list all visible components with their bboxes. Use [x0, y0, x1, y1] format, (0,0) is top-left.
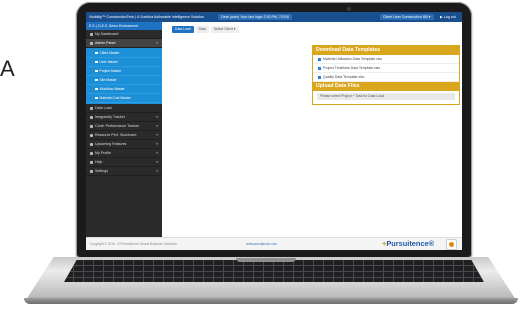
sidebar-item-label: Help	[95, 160, 103, 164]
chevron-down-icon: ▾	[156, 169, 158, 173]
download-templates-title: Download Data Templates	[313, 46, 459, 55]
brand-name: Pursuitence	[386, 239, 429, 248]
admin-submenu: Client Master User Master Project Master…	[86, 48, 162, 104]
side-letter: A	[0, 56, 15, 81]
file-icon	[318, 66, 321, 70]
laptop-keyboard	[64, 260, 484, 282]
sidebar-item-label: Upcoming Features	[95, 142, 127, 146]
copyright-text: Copyright © 2016 - 19 Pursuitence Global…	[90, 242, 177, 246]
submenu-item-label: User Master	[99, 60, 118, 64]
template-link-quality[interactable]: Quality Data Template.xlsx	[313, 73, 459, 82]
template-link-material[interactable]: Material Utilization Data Template.xlsx	[313, 55, 459, 64]
templates-panel: Download Data Templates Material Utiliza…	[312, 45, 460, 105]
submenu-item-label: Site Master	[99, 78, 117, 82]
sidebar-item-irregularity-tracker[interactable]: Irregularity Tracker ▾	[86, 113, 162, 122]
sidebar-item-label: Data Load	[95, 106, 112, 110]
bullet-icon	[95, 60, 98, 64]
chevron-down-icon: ▾	[156, 151, 158, 155]
laptop-screen: Visibility™ ConstructionTech | A Suvidha…	[86, 12, 462, 250]
login-message: Dear (user) Your last login 2:30 PM, 7/2…	[218, 14, 292, 20]
upload-note: Please select Project + Task for Data Lo…	[317, 93, 455, 100]
sidebar-item-help[interactable]: Help ▾	[86, 158, 162, 167]
brand-suffix: ®	[428, 239, 435, 248]
admin-icon	[90, 41, 93, 45]
submenu-item-site-master[interactable]: Site Master	[86, 76, 162, 85]
breadcrumb-data[interactable]: Data	[195, 26, 209, 33]
chevron-down-icon: ▾	[156, 142, 158, 146]
sidebar-item-label: My Dashboard	[95, 32, 119, 36]
sidebar-item-my-profile[interactable]: My Profile ▾	[86, 149, 162, 158]
sidebar-item-label: Contr. Performance Tracker	[95, 124, 140, 128]
submenu-item-label: Workflow Master	[99, 87, 125, 91]
sidebar-item-scorecard[interactable]: Resource Perf. Scorecard ▾	[86, 131, 162, 140]
submenu-item-label: Client Master	[99, 51, 120, 55]
brand-logo: +Pursuitence®	[382, 239, 434, 248]
brand-mark-icon	[446, 239, 457, 250]
breadcrumb: Data Load Data Select Client ▾	[172, 26, 241, 33]
chevron-down-icon: ▾	[156, 133, 158, 137]
logout-link[interactable]: ▶ Log out	[440, 12, 456, 22]
bullet-icon	[95, 69, 98, 73]
sidebar-item-data-load[interactable]: Data Load	[86, 104, 162, 113]
bullet-icon	[95, 96, 98, 100]
upload-files-title: Upload Data Files	[313, 82, 459, 91]
sidebar-item-upcoming-features[interactable]: Upcoming Features ▾	[86, 140, 162, 149]
file-icon	[318, 75, 321, 79]
sidebar-item-admin-panel[interactable]: Admin Panel ▾	[86, 39, 162, 48]
key-row-divider	[64, 271, 484, 272]
laptop-base-lip	[24, 298, 518, 304]
sidebar-item-label: Resource Perf. Scorecard	[95, 133, 137, 137]
laptop-hinge	[236, 258, 296, 262]
chevron-down-icon: ▾	[156, 41, 158, 45]
website-link[interactable]: www.pursuitence.com	[246, 242, 277, 246]
template-link-timelines[interactable]: Project Timelines Data Template.xlsx	[313, 64, 459, 73]
sidebar-item-label: My Profile	[95, 151, 111, 155]
submenu-item-material-cost-master[interactable]: Material Cost Master	[86, 94, 162, 103]
client-select[interactable]: Select Client ▾	[210, 26, 239, 33]
tracker-icon	[90, 115, 93, 119]
key-row-divider	[64, 265, 484, 266]
performance-icon	[90, 124, 93, 128]
sidebar-item-label: Settings	[95, 169, 108, 173]
user-menu-button[interactable]: Client User Construction Bill ▾	[380, 14, 434, 20]
sidebar-item-performance-tracker[interactable]: Contr. Performance Tracker ▾	[86, 122, 162, 131]
scorecard-icon	[90, 133, 93, 137]
org-selector[interactable]: E.S. | D.E.S. Demo Environment	[86, 22, 162, 30]
top-bar: Visibility™ ConstructionTech | A Suvidha…	[86, 12, 462, 22]
template-label: Material Utilization Data Template.xlsx	[323, 57, 383, 61]
key-row-divider	[64, 277, 484, 278]
submenu-item-project-master[interactable]: Project Master	[86, 67, 162, 76]
sidebar: E.S. | D.E.S. Demo Environment My Dashbo…	[86, 22, 162, 237]
main-content: Data Load Data Select Client ▾ Download Da…	[162, 22, 462, 237]
sidebar-item-dashboard[interactable]: My Dashboard	[86, 30, 162, 39]
chevron-down-icon: ▾	[156, 115, 158, 119]
help-icon	[90, 160, 93, 164]
features-icon	[90, 142, 93, 146]
sidebar-item-settings[interactable]: Settings ▾	[86, 167, 162, 176]
submenu-item-workflow-master[interactable]: Workflow Master	[86, 85, 162, 94]
settings-icon	[90, 169, 93, 173]
template-label: Project Timelines Data Template.xlsx	[323, 66, 381, 70]
bullet-icon	[95, 87, 98, 91]
dashboard-icon	[90, 32, 93, 36]
submenu-item-label: Project Master	[99, 69, 122, 73]
breadcrumb-data-load[interactable]: Data Load	[172, 26, 194, 33]
app-title: Visibility™ ConstructionTech | A Suvidha…	[89, 15, 204, 19]
webcam-icon	[347, 7, 351, 11]
profile-icon	[90, 151, 93, 155]
submenu-item-user-master[interactable]: User Master	[86, 58, 162, 67]
bullet-icon	[95, 51, 98, 55]
sidebar-item-label: Admin Panel	[95, 41, 116, 45]
submenu-item-label: Material Cost Master	[99, 96, 131, 100]
chevron-down-icon: ▾	[156, 160, 158, 164]
chevron-down-icon: ▾	[156, 124, 158, 128]
footer: Copyright © 2016 - 19 Pursuitence Global…	[86, 237, 462, 250]
data-load-icon	[90, 106, 93, 110]
submenu-item-client-master[interactable]: Client Master	[86, 49, 162, 58]
sidebar-item-label: Irregularity Tracker	[95, 115, 125, 119]
file-icon	[318, 57, 321, 61]
template-label: Quality Data Template.xlsx	[323, 75, 365, 79]
bullet-icon	[95, 78, 98, 82]
